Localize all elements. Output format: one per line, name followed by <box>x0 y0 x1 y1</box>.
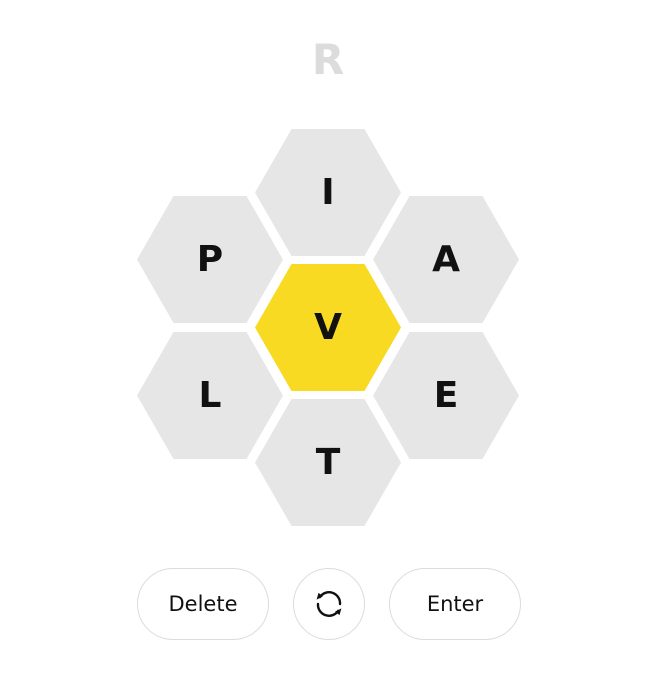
hive-cell-upper-right[interactable]: A <box>373 196 519 323</box>
center-letter: V <box>314 306 342 348</box>
delete-button[interactable]: Delete <box>137 568 269 640</box>
hive-cell-upper-left[interactable]: P <box>137 196 283 323</box>
hive-cell-lower-right[interactable]: E <box>373 332 519 459</box>
letter-hive: I P A V L E T <box>0 0 662 560</box>
shuffle-icon <box>316 591 342 617</box>
hive-letter: A <box>432 238 460 280</box>
hive-letter: I <box>321 171 335 213</box>
hive-letter: P <box>196 238 224 280</box>
delete-button-label: Delete <box>168 592 238 616</box>
hive-cell-top[interactable]: I <box>255 129 401 256</box>
hive-letter: T <box>315 441 341 483</box>
hive-cell-center[interactable]: V <box>255 264 401 391</box>
enter-button-label: Enter <box>426 592 484 616</box>
shuffle-button[interactable] <box>293 568 365 640</box>
hive-letter: E <box>433 374 459 416</box>
hive-letter: L <box>198 374 222 416</box>
hive-cell-bottom[interactable]: T <box>255 399 401 526</box>
enter-button[interactable]: Enter <box>389 568 521 640</box>
hive-cell-lower-left[interactable]: L <box>137 332 283 459</box>
